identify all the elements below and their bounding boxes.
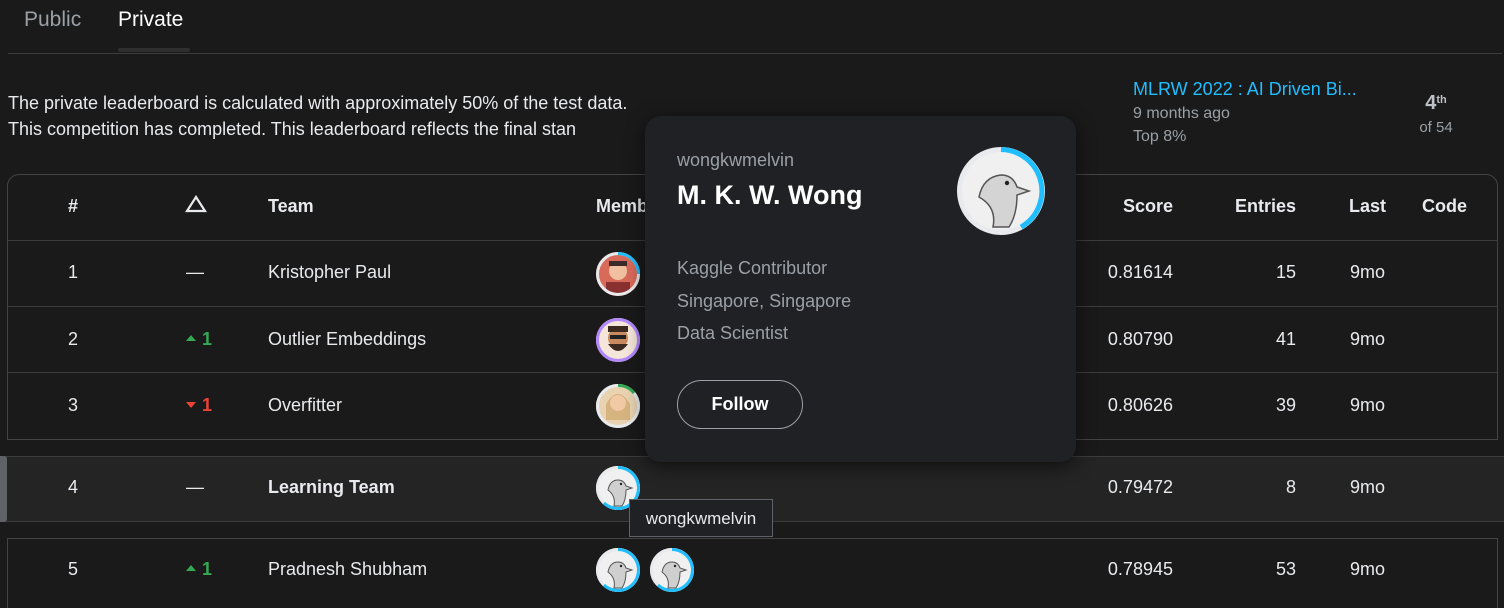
arrow-down-icon [186, 402, 196, 409]
row-last: 9mo [1350, 559, 1386, 579]
row-team[interactable]: Kristopher Paul [268, 262, 391, 283]
competition-top-percent: Top 8% [1133, 128, 1187, 145]
row-rank: 3 [67, 395, 78, 415]
competition-total-teams: of 54 [1419, 119, 1453, 136]
member-tooltip: wongkwmelvin [629, 499, 773, 537]
tab-private[interactable]: Private [118, 8, 183, 32]
row-entries: 41 [1275, 329, 1296, 349]
row-score: 0.80626 [1107, 395, 1173, 415]
tier-ring [596, 318, 640, 362]
leaderboard-tabs: Public Private [8, 0, 1502, 54]
row-last: 9mo [1350, 477, 1386, 497]
row-change-value: 1 [202, 559, 213, 579]
current-team-indicator [0, 456, 7, 522]
delta-icon [184, 194, 208, 218]
popover-occupation: Data Scientist [677, 323, 789, 343]
info-line-2: This competition has completed. This lea… [8, 119, 576, 139]
popover-username[interactable]: wongkwmelvin [677, 150, 794, 171]
row-change: — [186, 477, 204, 497]
tier-ring [596, 548, 640, 592]
row-rank: 1 [67, 262, 78, 282]
row-change-value: 1 [202, 395, 213, 415]
competition-link[interactable]: MLRW 2022 : AI Driven Bi... [1133, 79, 1357, 100]
row-change-value: 1 [202, 329, 213, 349]
row-change-down: 1 [186, 395, 212, 416]
row-last: 9mo [1350, 262, 1386, 282]
row-entries: 53 [1275, 559, 1296, 579]
row-last: 9mo [1350, 329, 1386, 349]
header-team[interactable]: Team [268, 196, 314, 217]
popover-display-name[interactable]: M. K. W. Wong [677, 180, 862, 211]
header-last[interactable]: Last [1349, 196, 1386, 217]
row-rank: 4 [67, 477, 78, 497]
popover-avatar[interactable] [957, 147, 1045, 235]
info-line-1: The private leaderboard is calculated wi… [8, 93, 628, 113]
row-team[interactable]: Pradnesh Shubham [268, 559, 427, 580]
popover-tier: Kaggle Contributor [677, 258, 828, 278]
arrow-up-icon [186, 565, 196, 572]
popover-location: Singapore, Singapore [677, 291, 852, 311]
row-team[interactable]: Learning Team [268, 477, 395, 498]
competition-rank: 4th [1420, 92, 1452, 115]
row-last: 9mo [1350, 395, 1386, 415]
header-rank: # [67, 196, 78, 216]
leaderboard-info: The private leaderboard is calculated wi… [8, 90, 627, 142]
arrow-up-icon [186, 335, 196, 342]
row-change-up: 1 [186, 559, 212, 580]
tab-public[interactable]: Public [24, 8, 81, 32]
row-entries: 39 [1275, 395, 1296, 415]
row-change: — [186, 262, 204, 282]
tier-ring [650, 548, 694, 592]
row-entries: 15 [1275, 262, 1296, 282]
competition-rank-number: 4 [1425, 92, 1437, 114]
competition-time: 9 months ago [1133, 105, 1230, 122]
row-score: 0.79472 [1107, 477, 1173, 497]
row-score: 0.80790 [1107, 329, 1173, 349]
row-score: 0.78945 [1107, 559, 1173, 579]
header-entries[interactable]: Entries [1215, 196, 1296, 217]
competition-rank-suffix: th [1436, 94, 1447, 106]
tier-ring [596, 252, 640, 296]
profile-popover: wongkwmelvin M. K. W. Wong Kaggle Contri… [645, 116, 1076, 462]
row-rank: 2 [67, 329, 78, 349]
row-team[interactable]: Outlier Embeddings [268, 329, 426, 350]
header-score[interactable]: Score [1100, 196, 1173, 217]
row-rank: 5 [67, 559, 78, 579]
row-entries: 8 [1285, 477, 1296, 497]
follow-button[interactable]: Follow [677, 380, 803, 429]
active-tab-indicator [118, 48, 190, 52]
row-score: 0.81614 [1107, 262, 1173, 282]
header-members: Memb [596, 196, 649, 216]
tier-ring [596, 384, 640, 428]
row-change-up: 1 [186, 329, 212, 350]
header-code: Code [1422, 196, 1467, 216]
row-team[interactable]: Overfitter [268, 395, 342, 416]
